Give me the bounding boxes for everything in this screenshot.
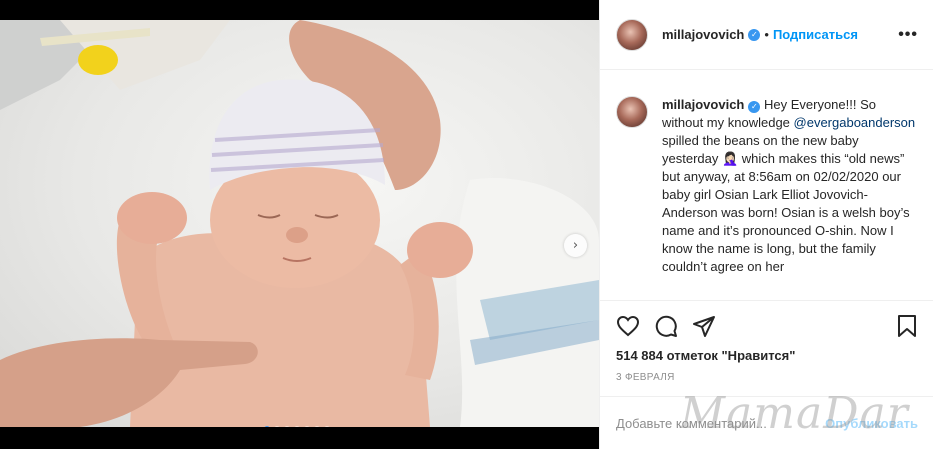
username-link[interactable]: millajovovich — [662, 27, 744, 42]
caption-part2: spilled the beans on the new baby yester… — [662, 133, 910, 274]
carousel-next-button[interactable]: › — [564, 234, 587, 257]
comment-icon[interactable] — [654, 314, 678, 338]
chevron-right-icon: › — [572, 238, 579, 253]
carousel-dot — [304, 426, 310, 427]
comment-bar: Опубликовать — [600, 396, 933, 449]
avatar[interactable] — [616, 18, 648, 51]
post-panel: millajovovich ✓ • Подписаться ••• millaj… — [599, 0, 933, 449]
separator: • — [764, 27, 769, 42]
actions-divider — [600, 300, 933, 301]
post-header: millajovovich ✓ • Подписаться ••• — [600, 0, 933, 70]
post-date[interactable]: 3 ФЕВРАЛЯ — [616, 372, 675, 383]
baby-photo: › — [0, 20, 599, 427]
bookmark-icon[interactable] — [895, 314, 919, 338]
caption-username[interactable]: millajovovich — [662, 97, 744, 112]
likes-count[interactable]: 514 884 отметок "Нравится" — [616, 348, 795, 363]
caption: millajovovich ✓ Hey Everyone!!! So withou… — [616, 96, 918, 292]
caption-avatar[interactable] — [616, 96, 648, 128]
carousel-dot — [274, 426, 280, 427]
carousel-dot — [324, 426, 330, 427]
more-icon[interactable]: ••• — [898, 26, 918, 44]
carousel-dot — [294, 426, 300, 427]
post-photo[interactable]: › — [0, 0, 599, 449]
carousel-dot — [314, 426, 320, 427]
photo-illustration — [0, 20, 599, 427]
carousel-dot — [264, 426, 270, 427]
mention-link[interactable]: @evergaboanderson — [794, 115, 916, 130]
comment-input[interactable] — [616, 415, 826, 431]
share-icon[interactable] — [692, 314, 716, 338]
follow-button[interactable]: Подписаться — [773, 27, 858, 42]
carousel-dot — [284, 426, 290, 427]
caption-text: millajovovich ✓ Hey Everyone!!! So withou… — [662, 96, 918, 292]
publish-button[interactable]: Опубликовать — [825, 416, 918, 431]
heart-icon[interactable] — [616, 314, 640, 338]
action-icons — [616, 314, 716, 338]
verified-icon: ✓ — [748, 101, 761, 113]
carousel-indicators — [264, 426, 330, 427]
verified-icon: ✓ — [748, 28, 761, 41]
